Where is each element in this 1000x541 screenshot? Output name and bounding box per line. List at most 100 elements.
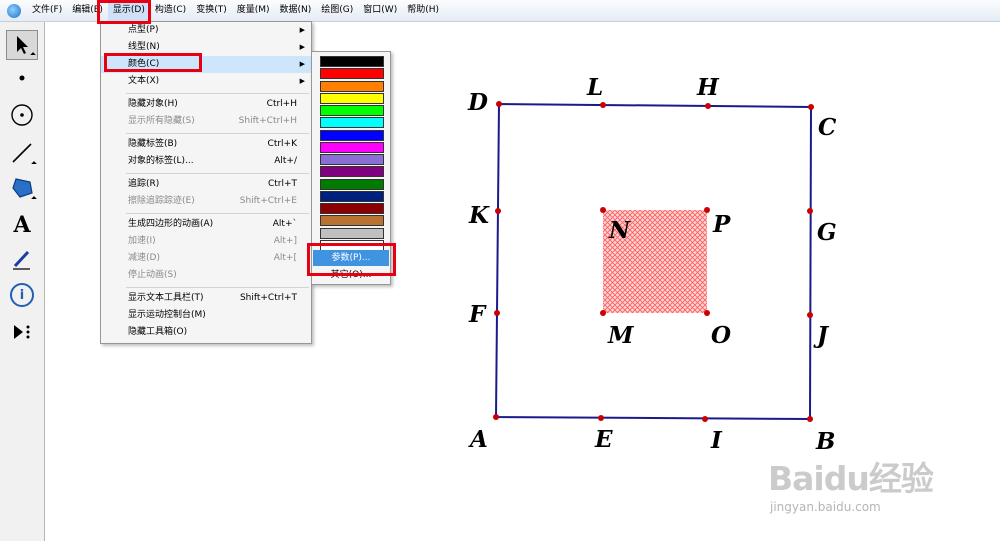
point-a[interactable] [493, 414, 499, 420]
point-label-c[interactable]: C [818, 114, 837, 141]
display-menu-item[interactable]: 文本(X) ▶ [101, 73, 311, 90]
menu-item-shortcut: Shift+Ctrl+E [239, 196, 297, 206]
color-swatch[interactable] [320, 92, 384, 104]
point-label-b[interactable]: B [815, 428, 835, 455]
menu-separator [126, 133, 309, 134]
menu-item-shortcut: Shift+Ctrl+H [238, 116, 297, 126]
color-swatch[interactable] [320, 166, 384, 178]
submenu-arrow-icon: ▶ [299, 60, 305, 68]
menu-separator [126, 213, 309, 214]
menu-item-shortcut: Ctrl+T [267, 179, 297, 189]
point-label-e[interactable]: E [594, 426, 613, 453]
color-swatch[interactable] [320, 129, 384, 141]
menu-item-label: 减速(D) [128, 253, 160, 263]
display-menu-item[interactable]: 隐藏对象(H) Ctrl+H [101, 96, 311, 113]
point-h[interactable] [705, 103, 711, 109]
watermark-logo: Baidu经验 [768, 459, 934, 498]
point-label-l[interactable]: L [586, 74, 603, 101]
display-menu-item[interactable]: 对象的标签(L)... Alt+/ [101, 153, 311, 170]
menu-item-label: 显示文本工具栏(T) [128, 293, 204, 303]
point-b[interactable] [807, 416, 813, 422]
callout-display-menu [97, 0, 151, 24]
point-j[interactable] [807, 312, 813, 318]
point-c[interactable] [808, 104, 814, 110]
point-label-f[interactable]: F [468, 301, 487, 328]
color-swatch[interactable] [320, 178, 384, 190]
point-label-d[interactable]: D [467, 89, 488, 116]
menu-item-shortcut: Alt+/ [274, 156, 297, 166]
submenu-arrow-icon: ▶ [299, 77, 305, 85]
color-swatch[interactable] [320, 203, 384, 214]
point-m[interactable] [600, 310, 606, 316]
point-n[interactable] [600, 207, 606, 213]
menu-item-shortcut: Alt+[ [273, 253, 297, 263]
display-menu-item[interactable]: 隐藏工具箱(O) [101, 324, 311, 341]
menu-item-label: 隐藏工具箱(O) [128, 327, 188, 337]
display-menu-item[interactable]: 追踪(R) Ctrl+T [101, 176, 311, 193]
menu-item-label: 隐藏标签(B) [128, 139, 178, 149]
display-menu-item[interactable]: 点型(P) ▶ [101, 22, 311, 39]
point-g[interactable] [807, 208, 813, 214]
menu-item-label: 显示所有隐藏(S) [128, 116, 195, 126]
color-swatch[interactable] [320, 105, 384, 116]
display-menu-item[interactable]: 隐藏标签(B) Ctrl+K [101, 136, 311, 153]
point-e[interactable] [598, 415, 604, 421]
display-menu-item[interactable]: 显示文本工具栏(T) Shift+Ctrl+T [101, 290, 311, 307]
point-k[interactable] [495, 208, 501, 214]
display-menu-item[interactable]: 减速(D) Alt+[ [101, 250, 311, 267]
display-menu-item[interactable]: 生成四边形的动画(A) Alt+` [101, 216, 311, 233]
watermark-url: jingyan.baidu.com [770, 500, 881, 514]
point-f[interactable] [494, 310, 500, 316]
callout-color-item [104, 53, 202, 72]
menu-item-label: 追踪(R) [128, 179, 160, 189]
display-menu-item[interactable]: 停止动画(S) [101, 267, 311, 284]
point-i[interactable] [702, 416, 708, 422]
point-p[interactable] [704, 207, 710, 213]
color-swatch[interactable] [320, 227, 384, 239]
menu-item-shortcut: Shift+Ctrl+T [239, 293, 297, 303]
menu-item-label: 停止动画(S) [128, 270, 177, 280]
point-label-h[interactable]: H [696, 74, 720, 101]
menu-item-shortcut: Alt+` [272, 219, 297, 229]
menu-item-label: 生成四边形的动画(A) [128, 219, 214, 229]
menu-separator [126, 93, 309, 94]
color-swatch[interactable] [320, 154, 384, 165]
menu-item-label: 隐藏对象(H) [128, 99, 178, 109]
menu-item-label: 点型(P) [128, 25, 159, 35]
menu-item-shortcut: Ctrl+K [267, 139, 297, 149]
point-label-a[interactable]: A [468, 426, 488, 453]
menu-separator [126, 287, 309, 288]
submenu-arrow-icon: ▶ [299, 43, 305, 51]
point-label-k[interactable]: K [468, 202, 490, 229]
color-swatch[interactable] [320, 117, 384, 129]
point-label-p[interactable]: P [712, 211, 731, 238]
display-menu-item[interactable]: 显示所有隐藏(S) Shift+Ctrl+H [101, 113, 311, 130]
color-swatch[interactable] [320, 141, 384, 153]
point-l[interactable] [600, 102, 606, 108]
color-swatch[interactable] [320, 68, 384, 80]
point-label-n[interactable]: N [608, 217, 631, 244]
color-swatch[interactable] [320, 80, 384, 92]
menu-item-label: 对象的标签(L)... [128, 156, 194, 166]
callout-parameter-item [307, 243, 396, 276]
point-d[interactable] [496, 101, 502, 107]
menu-item-shortcut: Ctrl+H [266, 99, 297, 109]
point-label-g[interactable]: G [817, 219, 837, 246]
baidu-watermark: Baidu经验 jingyan.baidu.com [768, 452, 988, 522]
point-label-i[interactable]: I [710, 427, 723, 454]
color-swatch[interactable] [320, 190, 384, 202]
menu-separator [126, 173, 309, 174]
color-swatch[interactable] [320, 56, 384, 67]
display-menu-item[interactable]: 加速(I) Alt+] [101, 233, 311, 250]
point-label-j[interactable]: J [813, 322, 830, 349]
display-menu-item[interactable]: 擦除追踪踪迹(E) Shift+Ctrl+E [101, 193, 311, 210]
menu-item-label: 文本(X) [128, 76, 160, 86]
point-label-m[interactable]: M [607, 322, 635, 349]
submenu-arrow-icon: ▶ [299, 26, 305, 34]
point-o[interactable] [704, 310, 710, 316]
display-menu-item[interactable]: 显示运动控制台(M) [101, 307, 311, 324]
menu-item-label: 加速(I) [128, 236, 156, 246]
point-label-o[interactable]: O [711, 322, 731, 349]
color-swatch[interactable] [320, 215, 384, 227]
menu-item-shortcut: Alt+] [273, 236, 297, 246]
